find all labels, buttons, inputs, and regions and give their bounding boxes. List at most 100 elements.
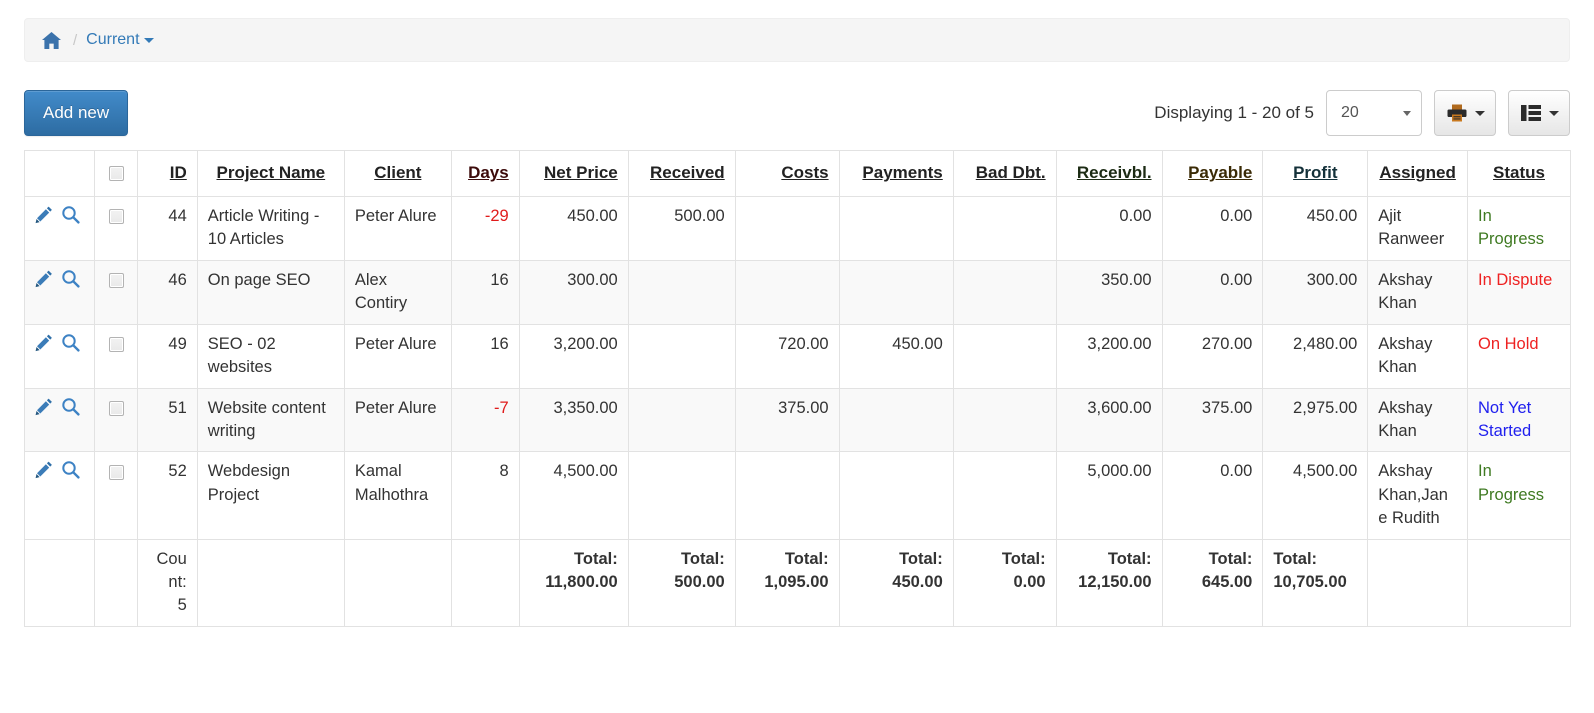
header-row: ID Project Name Client Days Net Price Re… <box>24 150 1571 197</box>
header-id[interactable]: ID <box>137 150 198 197</box>
footer-assigned <box>1367 538 1469 627</box>
header-status[interactable]: Status <box>1467 150 1571 197</box>
chevron-down-icon <box>143 37 154 43</box>
edit-row-icon[interactable] <box>35 333 54 359</box>
cell-id: 44 <box>137 196 198 261</box>
printer-icon <box>1446 103 1468 123</box>
row-select-checkbox[interactable] <box>108 209 124 225</box>
cell-id: 52 <box>137 451 198 540</box>
header-net-price[interactable]: Net Price <box>518 150 629 197</box>
row-actions <box>24 451 95 540</box>
header-bad-debt[interactable]: Bad Dbt. <box>952 150 1057 197</box>
view-row-icon[interactable] <box>61 397 80 423</box>
footer-client <box>343 538 452 627</box>
view-row-icon[interactable] <box>61 205 80 231</box>
cell-payable: 270.00 <box>1161 323 1264 389</box>
cell-client: Kamal Malhothra <box>343 451 452 540</box>
status-badge: In Progress <box>1467 196 1571 261</box>
edit-row-icon[interactable] <box>35 397 54 423</box>
status-badge: In Progress <box>1467 451 1571 540</box>
select-all-checkbox[interactable] <box>108 165 124 181</box>
footer-actions <box>24 538 95 627</box>
footer-total-payments: Total: 450.00 <box>838 538 954 627</box>
cell-project-name: Website content writing <box>196 387 345 453</box>
cell-payments: 450.00 <box>838 323 954 389</box>
cell-client: Peter Alure <box>343 387 452 453</box>
cell-payable: 0.00 <box>1161 259 1264 325</box>
breadcrumb: / Current <box>24 18 1570 62</box>
footer-count: Count: 5 <box>137 538 198 627</box>
home-icon[interactable] <box>41 31 62 50</box>
header-payments[interactable]: Payments <box>838 150 954 197</box>
status-badge: On Hold <box>1467 323 1571 389</box>
row-select-checkbox[interactable] <box>108 272 124 288</box>
footer-total-received: Total: 500.00 <box>627 538 736 627</box>
footer-total-costs: Total: 1,095.00 <box>734 538 840 627</box>
page-size-select[interactable]: 20 <box>1326 90 1422 136</box>
row-actions <box>24 196 95 261</box>
cell-id: 51 <box>137 387 198 453</box>
edit-row-icon[interactable] <box>35 269 54 295</box>
cell-receivable: 3,600.00 <box>1055 387 1163 453</box>
cell-received: 500.00 <box>627 196 736 261</box>
row-select <box>93 196 139 261</box>
cell-payable: 375.00 <box>1161 387 1264 453</box>
footer-total-net: Total: 11,800.00 <box>518 538 629 627</box>
edit-row-icon[interactable] <box>35 460 54 486</box>
row-select-checkbox[interactable] <box>108 464 124 480</box>
header-received[interactable]: Received <box>627 150 736 197</box>
view-row-icon[interactable] <box>61 333 80 359</box>
cell-profit: 4,500.00 <box>1262 451 1369 540</box>
view-row-icon[interactable] <box>61 460 80 486</box>
print-export-button[interactable] <box>1434 90 1496 136</box>
table-footer: Count: 5 Total: 11,800.00 Total: 500.00 … <box>24 538 1571 627</box>
cell-client: Peter Alure <box>343 196 452 261</box>
cell-net-price: 450.00 <box>518 196 629 261</box>
cell-id: 49 <box>137 323 198 389</box>
column-visibility-button[interactable] <box>1508 90 1570 136</box>
header-client[interactable]: Client <box>343 150 452 197</box>
footer-count-label: Count: <box>156 549 187 592</box>
cell-days: 8 <box>450 451 520 540</box>
header-assigned[interactable]: Assigned <box>1367 150 1469 197</box>
add-new-button[interactable]: Add new <box>24 90 129 136</box>
header-costs[interactable]: Costs <box>734 150 840 197</box>
row-select <box>93 323 139 389</box>
cell-days: -29 <box>450 196 520 261</box>
cell-payments <box>838 387 954 453</box>
cell-costs <box>734 259 840 325</box>
row-select-checkbox[interactable] <box>108 400 124 416</box>
cell-receivable: 350.00 <box>1055 259 1163 325</box>
header-project-name[interactable]: Project Name <box>196 150 345 197</box>
header-profit[interactable]: Profit <box>1262 150 1369 197</box>
cell-net-price: 3,350.00 <box>518 387 629 453</box>
row-select-checkbox[interactable] <box>108 336 124 352</box>
table-row: 52 Webdesign Project Kamal Malhothra 8 4,500… <box>24 451 1571 540</box>
cell-payments <box>838 259 954 325</box>
view-row-icon[interactable] <box>61 269 80 295</box>
cell-days: 16 <box>450 323 520 389</box>
table-row: 51 Website content writing Peter Alure -7 3,… <box>24 387 1571 453</box>
cell-net-price: 300.00 <box>518 259 629 325</box>
page-size-value: 20 <box>1341 104 1359 121</box>
header-receivable[interactable]: Receivbl. <box>1055 150 1163 197</box>
cell-received <box>627 451 736 540</box>
row-actions <box>24 387 95 453</box>
header-days[interactable]: Days <box>450 150 520 197</box>
cell-assigned: Ajit Ranweer <box>1367 196 1469 261</box>
cell-costs: 720.00 <box>734 323 840 389</box>
footer-status <box>1467 538 1571 627</box>
footer-total-bad-debt: Total: 0.00 <box>952 538 1057 627</box>
cell-received <box>627 387 736 453</box>
edit-row-icon[interactable] <box>35 205 54 231</box>
cell-payable: 0.00 <box>1161 451 1264 540</box>
header-payable[interactable]: Payable <box>1161 150 1264 197</box>
footer-total-payable: Total: 645.00 <box>1161 538 1264 627</box>
cell-bad-debt <box>952 196 1057 261</box>
footer-row: Count: 5 Total: 11,800.00 Total: 500.00 … <box>24 538 1571 627</box>
displaying-status: Displaying 1 - 20 of 5 <box>1154 103 1314 122</box>
row-actions <box>24 323 95 389</box>
cell-id: 46 <box>137 259 198 325</box>
table-header: ID Project Name Client Days Net Price Re… <box>24 150 1571 197</box>
breadcrumb-item-current[interactable]: Current <box>86 31 154 49</box>
